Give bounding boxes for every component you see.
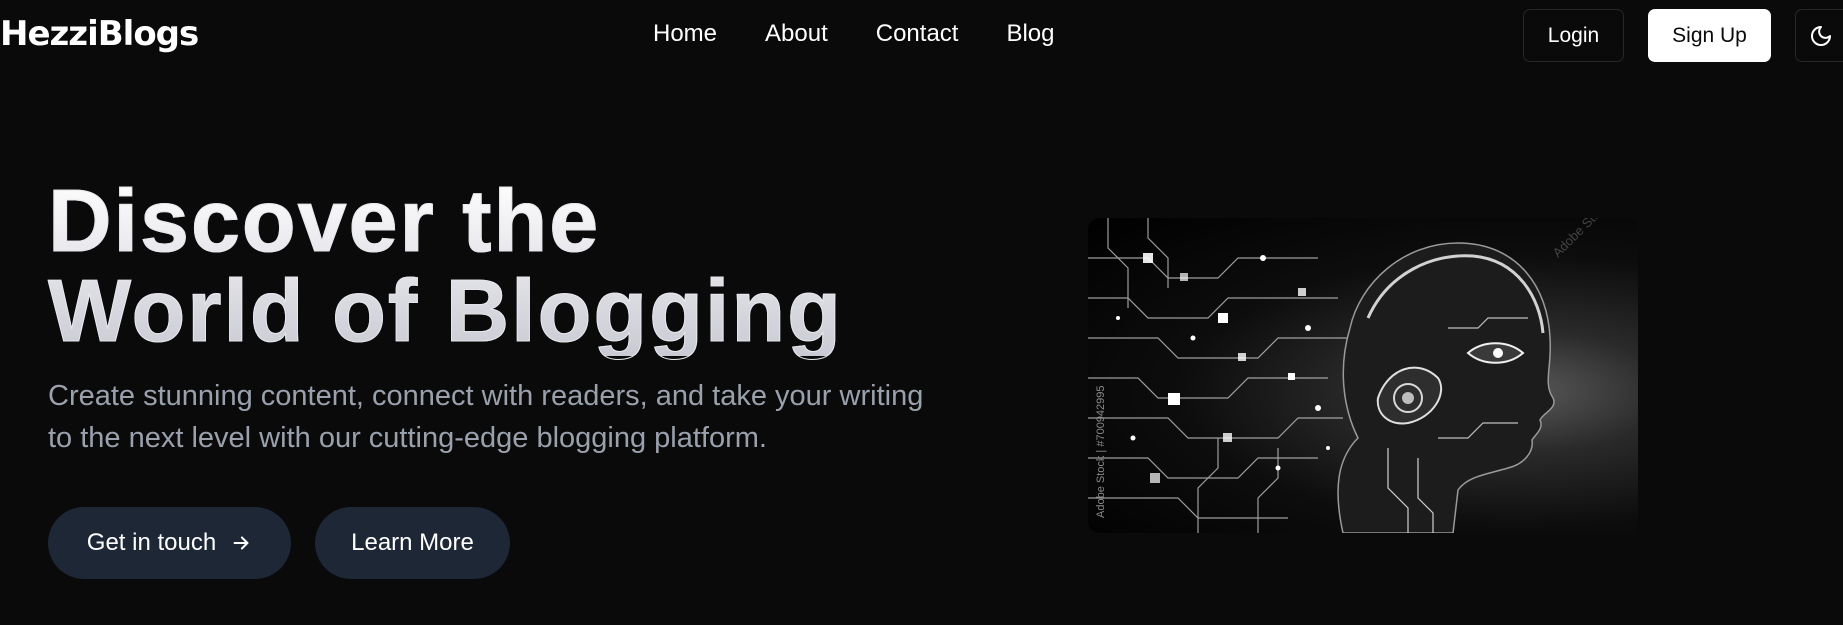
get-in-touch-button[interactable]: Get in touch (48, 507, 291, 579)
robot-head-illustration: Adobe Stock | #700942995 Adobe Stock (1088, 218, 1613, 533)
hero-title-line-1: Discover the (48, 171, 601, 270)
image-watermark-id: Adobe Stock | #700942995 (1095, 385, 1107, 518)
hero-subtitle: Create stunning content, connect with re… (48, 380, 924, 454)
learn-more-button[interactable]: Learn More (315, 507, 510, 579)
hero-image: Adobe Stock | #700942995 Adobe Stock (1088, 218, 1638, 533)
get-in-touch-label: Get in touch (86, 529, 217, 556)
login-button[interactable]: Login (1523, 9, 1624, 62)
signup-button[interactable]: Sign Up (1648, 9, 1771, 62)
hero-title: Discover the World of Blogging (48, 171, 843, 360)
arrow-right-icon (233, 536, 249, 550)
image-watermark: Adobe Stock (1550, 218, 1613, 260)
moon-icon (1811, 25, 1831, 46)
nav-link-blog[interactable]: Blog (1006, 20, 1054, 48)
nav-link-contact[interactable]: Contact (876, 20, 959, 48)
nav-link-home[interactable]: Home (653, 20, 717, 48)
navbar: HezziBlogs Home About Contact Blog Login… (0, 0, 1843, 72)
main-nav: Home About Contact Blog (653, 20, 1055, 48)
theme-toggle-button[interactable] (1795, 9, 1843, 62)
hero-title-line-2: World of Blogging (48, 261, 843, 360)
nav-link-about[interactable]: About (765, 20, 828, 48)
brand-logo[interactable]: HezziBlogs (0, 14, 199, 54)
